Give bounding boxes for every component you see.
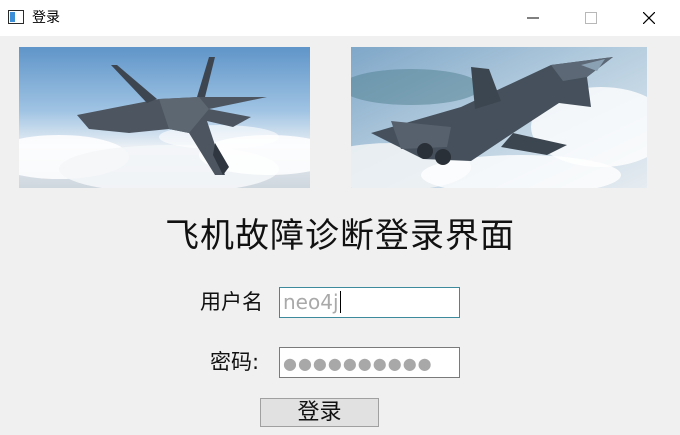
maximize-button[interactable] bbox=[562, 0, 620, 36]
fighter-jet-photo-right bbox=[351, 47, 647, 188]
password-label: 密码: bbox=[210, 350, 260, 374]
login-button[interactable]: 登录 bbox=[260, 398, 379, 427]
maximize-icon bbox=[585, 12, 597, 24]
username-label: 用户名 bbox=[200, 290, 263, 314]
password-input[interactable]: ●●●●●●●●●● bbox=[279, 347, 460, 378]
minimize-icon bbox=[527, 17, 539, 19]
username-input[interactable]: neo4j bbox=[279, 287, 460, 318]
close-icon bbox=[643, 12, 655, 24]
text-caret bbox=[339, 291, 341, 313]
page-heading: 飞机故障诊断登录界面 bbox=[165, 216, 515, 256]
close-button[interactable] bbox=[620, 0, 678, 36]
app-window-icon bbox=[8, 10, 24, 24]
fighter-jet-photo-left bbox=[19, 47, 310, 188]
title-bar: 登录 bbox=[0, 0, 680, 36]
password-mask: ●●●●●●●●●● bbox=[283, 354, 433, 373]
window-title: 登录 bbox=[32, 10, 60, 26]
minimize-button[interactable] bbox=[504, 0, 562, 36]
username-value: neo4j bbox=[283, 290, 339, 314]
